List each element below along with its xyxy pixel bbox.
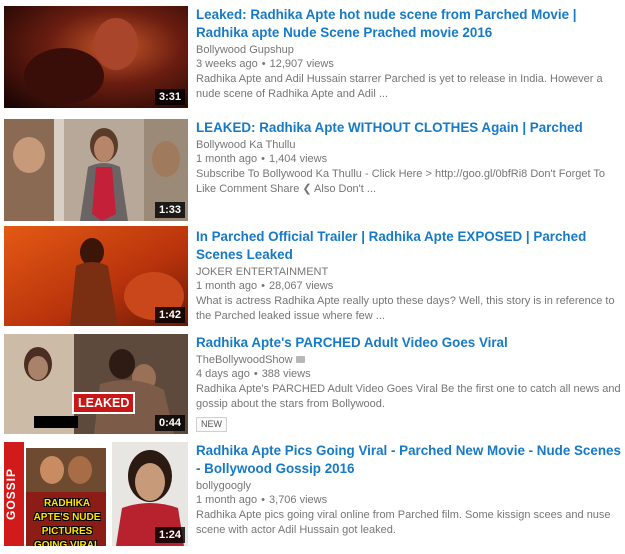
- result-info: Radhika Apte Pics Going Viral - Parched …: [196, 442, 621, 538]
- video-thumbnail[interactable]: 3:31: [4, 6, 188, 108]
- video-thumbnail[interactable]: 1:33: [4, 119, 188, 221]
- result-item: 3:31 Leaked: Radhika Apte hot nude scene…: [0, 0, 625, 112]
- video-title-link[interactable]: Radhika Apte Pics Going Viral - Parched …: [196, 442, 621, 478]
- video-description: Subscribe To Bollywood Ka Thullu - Click…: [196, 168, 606, 195]
- video-duration: 1:24: [154, 527, 185, 543]
- video-description: What is actress Radhika Apte really upto…: [196, 295, 615, 322]
- video-title-link[interactable]: Radhika Apte's PARCHED Adult Video Goes …: [196, 334, 621, 352]
- upload-age: 3 weeks ago: [196, 58, 258, 70]
- view-count: 388 views: [261, 368, 311, 380]
- video-meta: 1 month ago • 1,404 views: [196, 152, 621, 166]
- video-title-link[interactable]: In Parched Official Trailer | Radhika Ap…: [196, 228, 621, 264]
- channel-name-link[interactable]: TheBollywoodShow: [196, 353, 621, 367]
- video-duration: 1:42: [154, 307, 185, 323]
- video-description: Radhika Apte and Adil Hussain starrer Pa…: [196, 73, 603, 100]
- video-title-link[interactable]: LEAKED: Radhika Apte WITHOUT CLOTHES Aga…: [196, 119, 621, 137]
- channel-name-link[interactable]: Bollywood Ka Thullu: [196, 138, 621, 152]
- meta-separator: •: [261, 153, 266, 165]
- channel-name-link[interactable]: Bollywood Gupshup: [196, 43, 621, 57]
- video-duration: 1:33: [154, 202, 185, 218]
- result-info: Leaked: Radhika Apte hot nude scene from…: [196, 6, 621, 102]
- view-count: 3,706 views: [269, 494, 328, 506]
- video-meta: 4 days ago • 388 views: [196, 367, 621, 381]
- result-info: Radhika Apte's PARCHED Adult Video Goes …: [196, 334, 621, 432]
- video-title-link[interactable]: Leaked: Radhika Apte hot nude scene from…: [196, 6, 621, 42]
- result-info: In Parched Official Trailer | Radhika Ap…: [196, 228, 621, 324]
- video-duration: 0:44: [154, 415, 185, 431]
- meta-separator: •: [253, 368, 258, 380]
- video-description: Radhika Apte's PARCHED Adult Video Goes …: [196, 383, 621, 410]
- meta-separator: •: [261, 58, 266, 70]
- upload-age: 4 days ago: [196, 368, 250, 380]
- video-meta: 1 month ago • 28,067 views: [196, 279, 621, 293]
- verified-icon: [295, 355, 305, 363]
- upload-age: 1 month ago: [196, 280, 258, 292]
- result-item: GOSSIP RADHIKA APTE'S NUDE PICTURES GOIN…: [0, 436, 625, 554]
- new-badge: NEW: [196, 417, 227, 432]
- upload-age: 1 month ago: [196, 494, 258, 506]
- thumbnail-caption: RADHIKA APTE'S NUDE PICTURES GOING VIRAL: [33, 498, 101, 546]
- video-thumbnail[interactable]: GOSSIP RADHIKA APTE'S NUDE PICTURES GOIN…: [4, 442, 188, 546]
- upload-age: 1 month ago: [196, 153, 258, 165]
- view-count: 1,404 views: [269, 153, 328, 165]
- meta-separator: •: [261, 280, 266, 292]
- leaked-overlay-label: LEAKED: [72, 392, 136, 414]
- result-info: LEAKED: Radhika Apte WITHOUT CLOTHES Aga…: [196, 119, 621, 197]
- video-meta: 3 weeks ago • 12,907 views: [196, 57, 621, 71]
- view-count: 28,067 views: [269, 280, 334, 292]
- gossip-side-label: GOSSIP: [4, 442, 24, 546]
- view-count: 12,907 views: [269, 58, 334, 70]
- channel-name-link[interactable]: bollygoogly: [196, 479, 621, 493]
- censor-bar: [34, 416, 78, 428]
- video-thumbnail[interactable]: 1:42: [4, 226, 188, 326]
- result-item: LEAKED 0:44 Radhika Apte's PARCHED Adult…: [0, 328, 625, 436]
- channel-name: TheBollywoodShow: [196, 354, 293, 366]
- video-description: Radhika Apte pics going viral online fro…: [196, 509, 611, 536]
- video-meta: 1 month ago • 3,706 views: [196, 493, 621, 507]
- video-thumbnail[interactable]: LEAKED 0:44: [4, 334, 188, 434]
- video-duration: 3:31: [154, 89, 185, 105]
- result-item: 1:42 In Parched Official Trailer | Radhi…: [0, 224, 625, 328]
- channel-name-link[interactable]: JOKER ENTERTAINMENT: [196, 265, 621, 279]
- meta-separator: •: [261, 494, 266, 506]
- result-item: 1:33 LEAKED: Radhika Apte WITHOUT CLOTHE…: [0, 112, 625, 224]
